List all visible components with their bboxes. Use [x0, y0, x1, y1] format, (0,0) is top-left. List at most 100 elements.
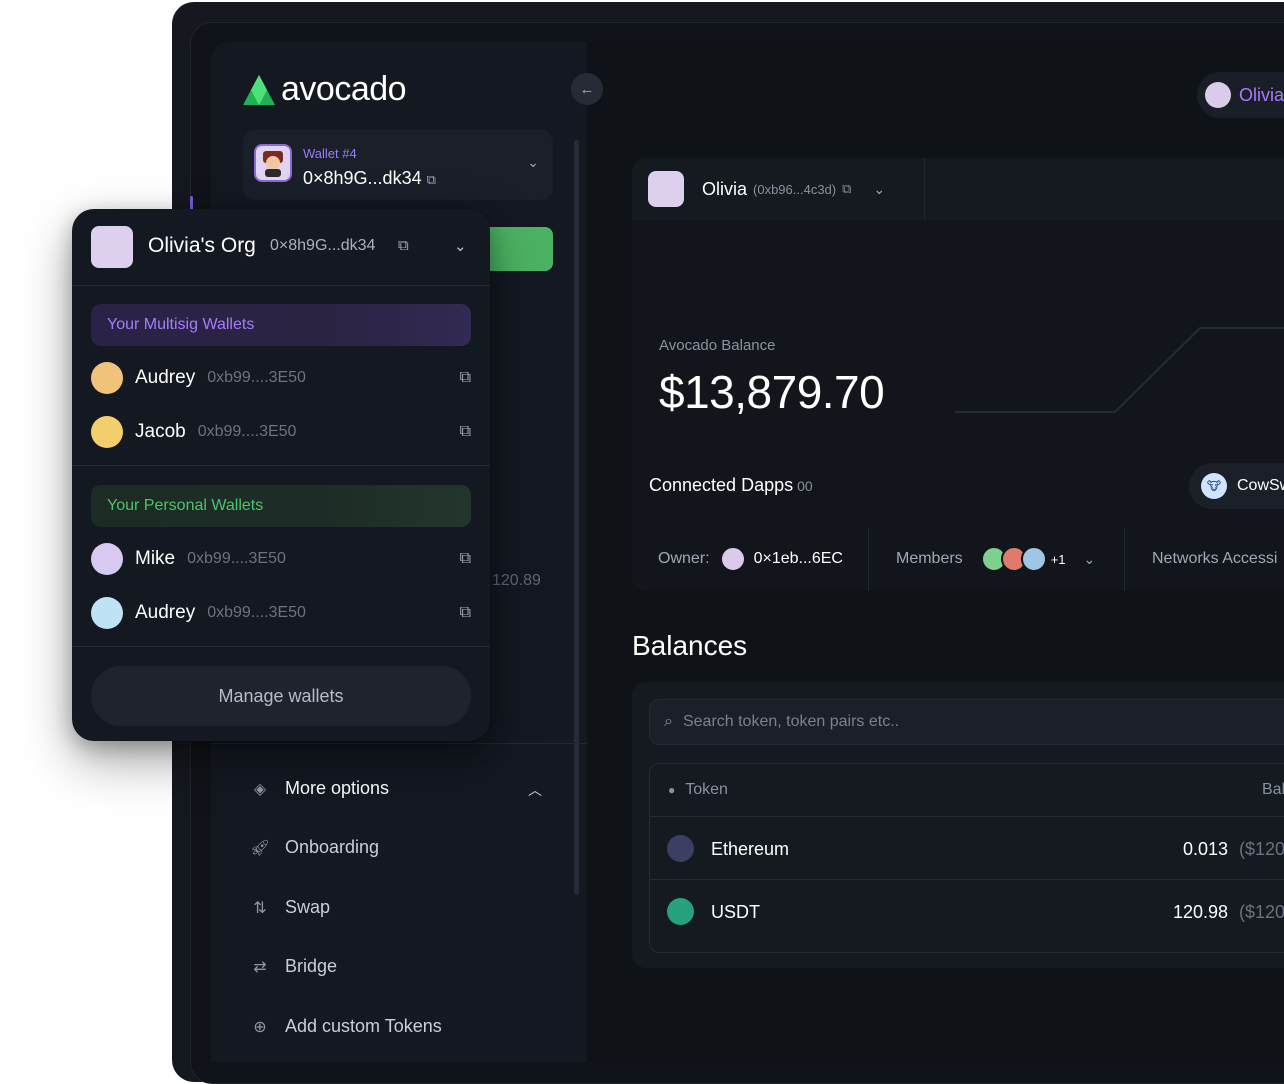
divider: [72, 465, 490, 466]
wallet-name: Mike: [135, 548, 176, 569]
avatar: [648, 171, 684, 207]
chevron-down-icon[interactable]: ⌄: [454, 237, 467, 255]
avatar: [91, 543, 123, 575]
token-search-input[interactable]: ⌕ Search token, token pairs etc..: [649, 699, 1284, 745]
members-extra-count: +1: [1050, 551, 1066, 567]
table-row[interactable]: USDT 120.98 ($120: [650, 880, 1284, 942]
owner-cell: Owner: 0×1eb...6EC: [658, 527, 843, 591]
wallet-item[interactable]: Jacob 0xb99....3E50 ⧉: [91, 415, 471, 449]
layers-icon: ◈: [253, 780, 267, 798]
dapp-name: CowSw: [1237, 477, 1284, 494]
collapse-sidebar-button[interactable]: ←: [571, 73, 603, 105]
column-header-label: Token: [685, 781, 728, 798]
token-name: Ethereum: [711, 839, 790, 859]
account-address: (0xb96...4c3d): [753, 181, 837, 197]
wallet-name: Audrey: [135, 367, 196, 388]
chevron-down-icon[interactable]: ⌄: [1084, 551, 1096, 568]
chevron-down-icon[interactable]: ⌄: [527, 154, 539, 171]
token-column-icon: ●: [668, 783, 676, 797]
copy-icon[interactable]: ⧉: [842, 181, 851, 197]
usdt-icon: [667, 898, 694, 925]
chevron-up-icon[interactable]: ︿: [528, 780, 542, 800]
brand-name: avocado: [281, 70, 407, 108]
connected-dapps-count: 00: [797, 478, 813, 494]
wallet-address: 0xb99....3E50: [207, 604, 306, 621]
manage-wallets-button[interactable]: Manage wallets: [91, 666, 471, 726]
sidebar-divider: [211, 743, 587, 744]
table-row[interactable]: Ethereum 0.013 ($120: [650, 817, 1284, 880]
copy-icon[interactable]: ⧉: [398, 237, 409, 254]
divider: [72, 646, 490, 647]
wallet-name: Jacob: [135, 421, 186, 442]
account-name: Olivia: [702, 178, 748, 199]
copy-icon[interactable]: ⧉: [460, 423, 471, 441]
search-icon: ⌕: [664, 713, 673, 730]
arrow-left-icon: ←: [579, 80, 595, 98]
menu-item-add-custom-tokens[interactable]: ⊕ Add custom Tokens: [249, 1016, 441, 1037]
members-label: Members: [896, 550, 963, 567]
wallet-selector[interactable]: Wallet #4 0×8h9G...dk34 ⧉ ⌄: [243, 130, 553, 200]
balances-title: Balances: [632, 630, 748, 661]
divider: [1124, 527, 1125, 591]
account-selector[interactable]: Olivia (0xb96...4c3d) ⧉ ⌄: [632, 158, 925, 220]
dapp-pill-cowswap[interactable]: 🐮︎ CowSw: [1189, 463, 1284, 509]
org-address: 0×8h9G...dk34: [270, 237, 376, 254]
menu-item-bridge[interactable]: ⇄ Bridge: [249, 956, 337, 977]
add-token-icon: ⊕: [253, 1018, 267, 1036]
balance-sparkline: [955, 327, 1284, 413]
rocket-icon: 🚀︎: [249, 839, 271, 857]
org-name: Olivia's Org: [148, 234, 256, 257]
balance-value: $13,879.70: [659, 366, 885, 418]
copy-icon[interactable]: ⧉: [460, 550, 471, 568]
wallet-address: 0xb99....3E50: [197, 423, 297, 440]
section-title: Your Multisig Wallets: [107, 316, 255, 333]
sidebar-scrollbar[interactable]: [574, 140, 579, 895]
networks-label: Networks Accessi: [1152, 550, 1278, 567]
swap-icon: ⇅: [253, 899, 267, 917]
org-selector[interactable]: Olivia's Org 0×8h9G...dk34 ⧉ ⌄: [72, 209, 490, 286]
copy-icon[interactable]: ⧉: [460, 369, 471, 387]
owner-address: 0×1eb...6EC: [753, 550, 843, 567]
wallet-address-text: 0×8h9G...dk34: [303, 168, 422, 188]
account-bar: Olivia (0xb96...4c3d) ⧉ ⌄: [632, 158, 1284, 221]
wallet-number: Wallet #4: [303, 146, 357, 161]
menu-item-label: Onboarding: [285, 837, 380, 857]
bridge-arrows-icon: ⇄: [253, 958, 267, 976]
column-header-token[interactable]: ● Token: [668, 781, 728, 799]
column-header-balance[interactable]: Bal: [1262, 781, 1284, 799]
more-options-toggle[interactable]: ◈ More options: [249, 778, 389, 799]
cowswap-icon: 🐮︎: [1201, 473, 1227, 499]
user-menu-button[interactable]: Olivia: [1197, 72, 1284, 118]
menu-item-label: Bridge: [285, 956, 338, 976]
wallet-address: 0×8h9G...dk34 ⧉: [303, 168, 436, 189]
menu-item-label: Swap: [285, 897, 331, 917]
personal-section-header: Your Personal Wallets: [91, 485, 471, 527]
wallet-address: 0xb99....3E50: [207, 369, 306, 386]
sidebar-peek-amount: 120.89: [492, 572, 541, 589]
wallet-item[interactable]: Audrey 0xb99....3E50 ⧉: [91, 596, 471, 630]
networks-cell[interactable]: Networks Accessi: [1152, 527, 1277, 591]
token-table: ● Token Bal Ethereum 0.013 ($120 USDT 120…: [649, 763, 1284, 953]
owner-row: Owner: 0×1eb...6EC Members +1 ⌄ Networks…: [632, 527, 1284, 591]
copy-icon[interactable]: ⧉: [427, 172, 436, 187]
ethereum-icon: [667, 835, 694, 862]
avocado-logo-icon: [243, 74, 275, 105]
owner-label: Owner:: [658, 550, 710, 567]
wallet-item[interactable]: Mike 0xb99....3E50 ⧉: [91, 542, 471, 576]
chevron-down-icon[interactable]: ⌄: [873, 181, 885, 198]
wallet-address: 0xb99....3E50: [187, 550, 286, 567]
avatar: [1205, 82, 1231, 108]
search-placeholder: Search token, token pairs etc..: [682, 713, 900, 730]
menu-item-swap[interactable]: ⇅ Swap: [249, 897, 330, 918]
avatar: [91, 416, 123, 448]
wallet-item[interactable]: Audrey 0xb99....3E50 ⧉: [91, 361, 471, 395]
copy-icon[interactable]: ⧉: [460, 604, 471, 622]
balance-label: Avocado Balance: [659, 337, 776, 354]
menu-item-onboarding[interactable]: 🚀︎ Onboarding: [249, 837, 379, 858]
avatar: [91, 226, 133, 268]
connected-dapps-title: Connected Dapps: [649, 475, 794, 495]
table-header: ● Token Bal: [650, 764, 1284, 817]
avatar: [91, 597, 123, 629]
wallet-avatar: [254, 144, 292, 182]
members-cell[interactable]: Members +1 ⌄: [896, 527, 1095, 591]
